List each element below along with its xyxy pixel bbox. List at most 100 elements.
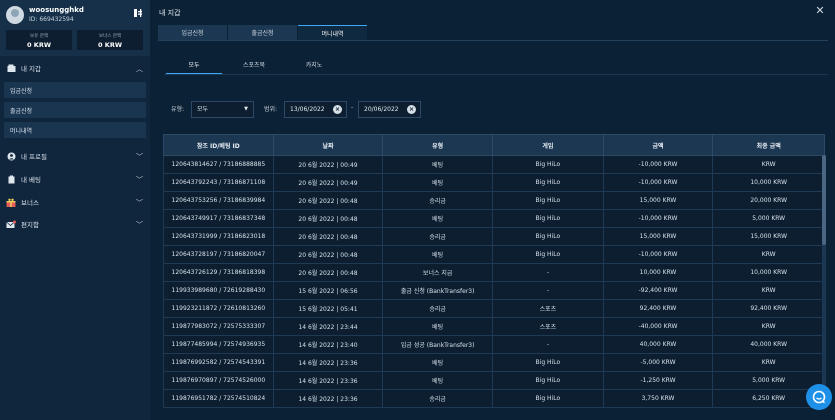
table-row[interactable]: 119876951782 / 72574510824 14 6월 2022 | 2… bbox=[163, 390, 825, 408]
bonus-balance-value: 0 KRW bbox=[98, 41, 122, 49]
cell-amount: 92,400 KRW bbox=[604, 300, 714, 317]
bets-icon bbox=[6, 174, 16, 184]
range-dash: - bbox=[351, 104, 354, 111]
clear-icon[interactable]: × bbox=[333, 105, 342, 114]
cell-type: 승리금 bbox=[383, 300, 494, 317]
sidebar-subitem-deposit[interactable]: 입금신청 bbox=[4, 82, 146, 98]
cell-type: 승리금 bbox=[383, 192, 494, 209]
sidebar-item-wallet[interactable]: 내 지갑 ︿ bbox=[0, 58, 150, 78]
cell-date: 20 6월 2022 | 00:48 bbox=[274, 228, 384, 245]
cell-final-amount: KRW bbox=[761, 161, 776, 168]
table-row[interactable]: 120643749917 / 73186837348 20 6월 2022 | 0… bbox=[163, 210, 825, 228]
scrollbar-thumb[interactable] bbox=[822, 155, 826, 245]
cell-ref-id: 120643726129 / 73186818398 bbox=[164, 264, 274, 281]
cell-type: 베팅 bbox=[383, 372, 494, 389]
sidebar-item-label: 보너스 bbox=[21, 199, 39, 207]
table-row[interactable]: 119933989680 / 72619288430 15 6월 2022 | 0… bbox=[163, 282, 825, 300]
cell-amount: -40,000 KRW bbox=[604, 318, 714, 335]
type-label: 유형: bbox=[171, 106, 185, 113]
col-ref-id[interactable]: 참조 ID/베팅 ID bbox=[164, 135, 274, 155]
subtab-all[interactable]: 모두 bbox=[164, 55, 224, 74]
table-body: 120643814627 / 73186888885 20 6월 2022 | 0… bbox=[163, 156, 825, 408]
table-row[interactable]: 120643792243 / 73186871108 20 6월 2022 | 0… bbox=[163, 174, 825, 192]
table-row[interactable]: 119876992582 / 72574543391 14 6월 2022 | 2… bbox=[163, 354, 825, 372]
table-row[interactable]: 120643728197 / 73186820047 20 6월 2022 | 0… bbox=[163, 246, 825, 264]
clear-icon[interactable]: × bbox=[407, 105, 416, 114]
sidebar-item-label: 내 지갑 bbox=[21, 65, 42, 73]
cell-date: 20 6월 2022 | 00:48 bbox=[274, 264, 384, 281]
range-label: 범위: bbox=[264, 106, 278, 113]
tab-withdraw[interactable]: 출금신청 bbox=[228, 25, 297, 40]
cell-final-amount: KRW bbox=[761, 251, 776, 258]
table-row[interactable]: 120643731999 / 73186823018 20 6월 2022 | 0… bbox=[163, 228, 825, 246]
cell-type: 베팅 bbox=[383, 156, 494, 173]
cell-amount: -92,400 KRW bbox=[604, 282, 714, 299]
table-row[interactable]: 119876970897 / 72574526000 14 6월 2022 | 2… bbox=[163, 372, 825, 390]
cell-type: 입금 성공 (BankTransfer3) bbox=[383, 336, 494, 353]
date-from-input[interactable]: 13/06/2022 × bbox=[284, 101, 347, 118]
sidebar-subitem-withdraw[interactable]: 출금신청 bbox=[4, 102, 146, 118]
wallet-icon[interactable] bbox=[133, 8, 143, 18]
chevron-down-icon: ﹀ bbox=[136, 199, 143, 207]
sidebar-item-bets[interactable]: 내 베팅 ﹀ bbox=[0, 169, 150, 189]
cell-game: Big HiLo bbox=[493, 228, 604, 245]
cell-date: 14 6월 2022 | 23:40 bbox=[274, 336, 384, 353]
date-to-value: 20/06/2022 bbox=[364, 106, 399, 113]
cell-date: 14 6월 2022 | 23:36 bbox=[274, 390, 384, 407]
cell-ref-id: 119933989680 / 72619288430 bbox=[164, 282, 274, 299]
cell-type: 베팅 bbox=[383, 210, 494, 227]
table-row[interactable]: 120643726129 / 73186818398 20 6월 2022 | 0… bbox=[163, 264, 825, 282]
col-final-amount[interactable]: 최종 금액 bbox=[713, 135, 824, 155]
cell-type: 베팅 bbox=[383, 354, 494, 371]
cell-amount: 10,000 KRW bbox=[604, 264, 714, 281]
sidebar-subitem-history[interactable]: 머니내역 bbox=[4, 122, 146, 138]
col-game[interactable]: 게임 bbox=[493, 135, 604, 155]
subtab-sportsbook[interactable]: 스포츠북 bbox=[224, 55, 284, 73]
col-amount[interactable]: 금액 bbox=[604, 135, 714, 155]
table-row[interactable]: 119877983072 / 72575333307 14 6월 2022 | 2… bbox=[163, 318, 825, 336]
cell-game: Big HiLo bbox=[493, 246, 604, 263]
subtab-casino[interactable]: 카지노 bbox=[284, 55, 344, 73]
chat-support-icon bbox=[812, 390, 826, 404]
close-icon[interactable]: ✕ bbox=[813, 4, 827, 18]
profile-icon bbox=[6, 151, 16, 161]
col-type[interactable]: 유형 bbox=[383, 135, 494, 155]
balance-value: 0 KRW bbox=[27, 41, 51, 49]
tab-deposit[interactable]: 입금신청 bbox=[158, 25, 227, 40]
cell-amount: -10,000 KRW bbox=[604, 174, 714, 191]
col-date[interactable]: 날짜 bbox=[274, 135, 384, 155]
cell-ref-id: 120643731999 / 73186823018 bbox=[164, 228, 274, 245]
table-row[interactable]: 119877485994 / 72574936935 14 6월 2022 | 2… bbox=[163, 336, 825, 354]
cell-ref-id: 120643814627 / 73186888885 bbox=[164, 156, 274, 173]
cell-type: 베팅 bbox=[383, 246, 494, 263]
cell-date: 20 6월 2022 | 00:49 bbox=[274, 156, 384, 173]
cell-type: 출금 신청 (BankTransfer3) bbox=[383, 282, 494, 299]
user-id: ID: 669432594 bbox=[29, 16, 74, 23]
date-to-input[interactable]: 20/06/2022 × bbox=[358, 101, 421, 118]
sidebar-item-inbox[interactable]: 편지함 ﹀ bbox=[0, 214, 150, 234]
cell-ref-id: 119876951782 / 72574510824 bbox=[164, 390, 274, 407]
sidebar-item-bonus[interactable]: 보너스 ﹀ bbox=[0, 192, 150, 212]
user-panel: woosungghkd ID: 669432594 보유 잔액 0 KRW 보너… bbox=[0, 0, 150, 56]
cell-ref-id: 119877983072 / 72575333307 bbox=[164, 318, 274, 335]
caret-down-icon: ▼ bbox=[244, 106, 248, 112]
cell-ref-id: 119877485994 / 72574936935 bbox=[164, 336, 274, 353]
cell-game: - bbox=[493, 264, 604, 281]
sidebar-item-profile[interactable]: 내 프로필 ﹀ bbox=[0, 146, 150, 166]
page-title: 내 지갑 bbox=[159, 9, 181, 17]
cell-final-amount: 10,000 KRW bbox=[750, 269, 788, 276]
bonus-balance-label: 보너스 잔액 bbox=[98, 34, 122, 39]
type-select[interactable]: 모두 ▼ bbox=[191, 101, 254, 118]
table-row[interactable]: 119923211872 / 72610813260 15 6월 2022 | 0… bbox=[163, 300, 825, 318]
tab-history[interactable]: 머니내역 bbox=[298, 25, 367, 40]
cell-type: 승리금 bbox=[383, 390, 494, 407]
avatar[interactable] bbox=[6, 6, 24, 24]
chat-support-button[interactable] bbox=[806, 384, 832, 410]
cell-ref-id: 120643749917 / 73186837348 bbox=[164, 210, 274, 227]
table-scrollbar[interactable] bbox=[822, 155, 826, 405]
table-row[interactable]: 120643814627 / 73186888885 20 6월 2022 | 0… bbox=[163, 156, 825, 174]
cell-game: Big HiLo bbox=[493, 372, 604, 389]
table-row[interactable]: 120643753256 / 73186839984 20 6월 2022 | 0… bbox=[163, 192, 825, 210]
cell-game: 스포츠 bbox=[493, 318, 604, 335]
cell-game: Big HiLo bbox=[493, 156, 604, 173]
